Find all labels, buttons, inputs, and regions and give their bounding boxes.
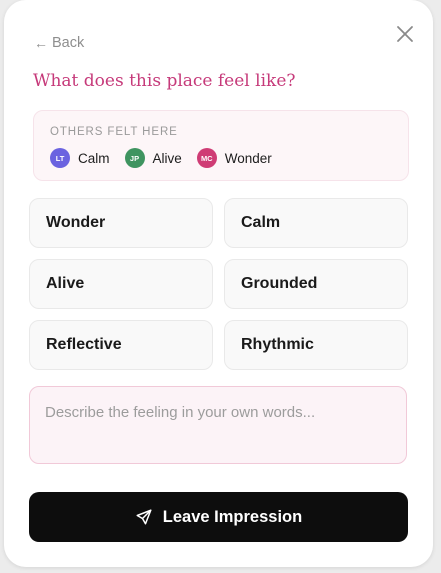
leave-impression-button[interactable]: Leave Impression bbox=[29, 492, 408, 542]
others-felt-title: OTHERS FELT HERE bbox=[50, 126, 178, 138]
close-icon bbox=[397, 26, 413, 42]
impression-card: ← Back What does this place feel like? O… bbox=[4, 0, 433, 567]
back-label: Back bbox=[52, 35, 85, 51]
feeling-description-input[interactable] bbox=[29, 386, 407, 464]
avatar: LT bbox=[50, 148, 70, 168]
others-felt-feeling: Calm bbox=[78, 150, 110, 166]
send-icon bbox=[136, 509, 152, 525]
feeling-option-rhythmic[interactable]: Rhythmic bbox=[224, 320, 408, 370]
arrow-left-icon: ← bbox=[34, 35, 48, 51]
others-felt-item: JP Alive bbox=[124, 148, 182, 168]
avatar: JP bbox=[124, 148, 145, 168]
others-felt-panel: OTHERS FELT HERE LT Calm JP Alive MC Won… bbox=[33, 110, 409, 181]
others-felt-feeling: Alive bbox=[152, 150, 182, 166]
others-felt-list: LT Calm JP Alive MC Wonder bbox=[50, 148, 287, 168]
close-button[interactable] bbox=[391, 20, 419, 48]
back-button[interactable]: ← Back bbox=[34, 35, 84, 51]
feeling-option-grounded[interactable]: Grounded bbox=[224, 259, 408, 309]
others-felt-item: LT Calm bbox=[50, 148, 110, 168]
others-felt-feeling: Wonder bbox=[224, 150, 272, 166]
others-felt-item: MC Wonder bbox=[196, 148, 272, 168]
page-title: What does this place feel like? bbox=[33, 71, 296, 91]
feeling-option-calm[interactable]: Calm bbox=[224, 198, 408, 248]
feeling-option-reflective[interactable]: Reflective bbox=[29, 320, 213, 370]
avatar: MC bbox=[196, 148, 217, 168]
leave-impression-label: Leave Impression bbox=[162, 507, 303, 526]
feeling-option-wonder[interactable]: Wonder bbox=[29, 198, 213, 248]
feeling-option-alive[interactable]: Alive bbox=[29, 259, 213, 309]
